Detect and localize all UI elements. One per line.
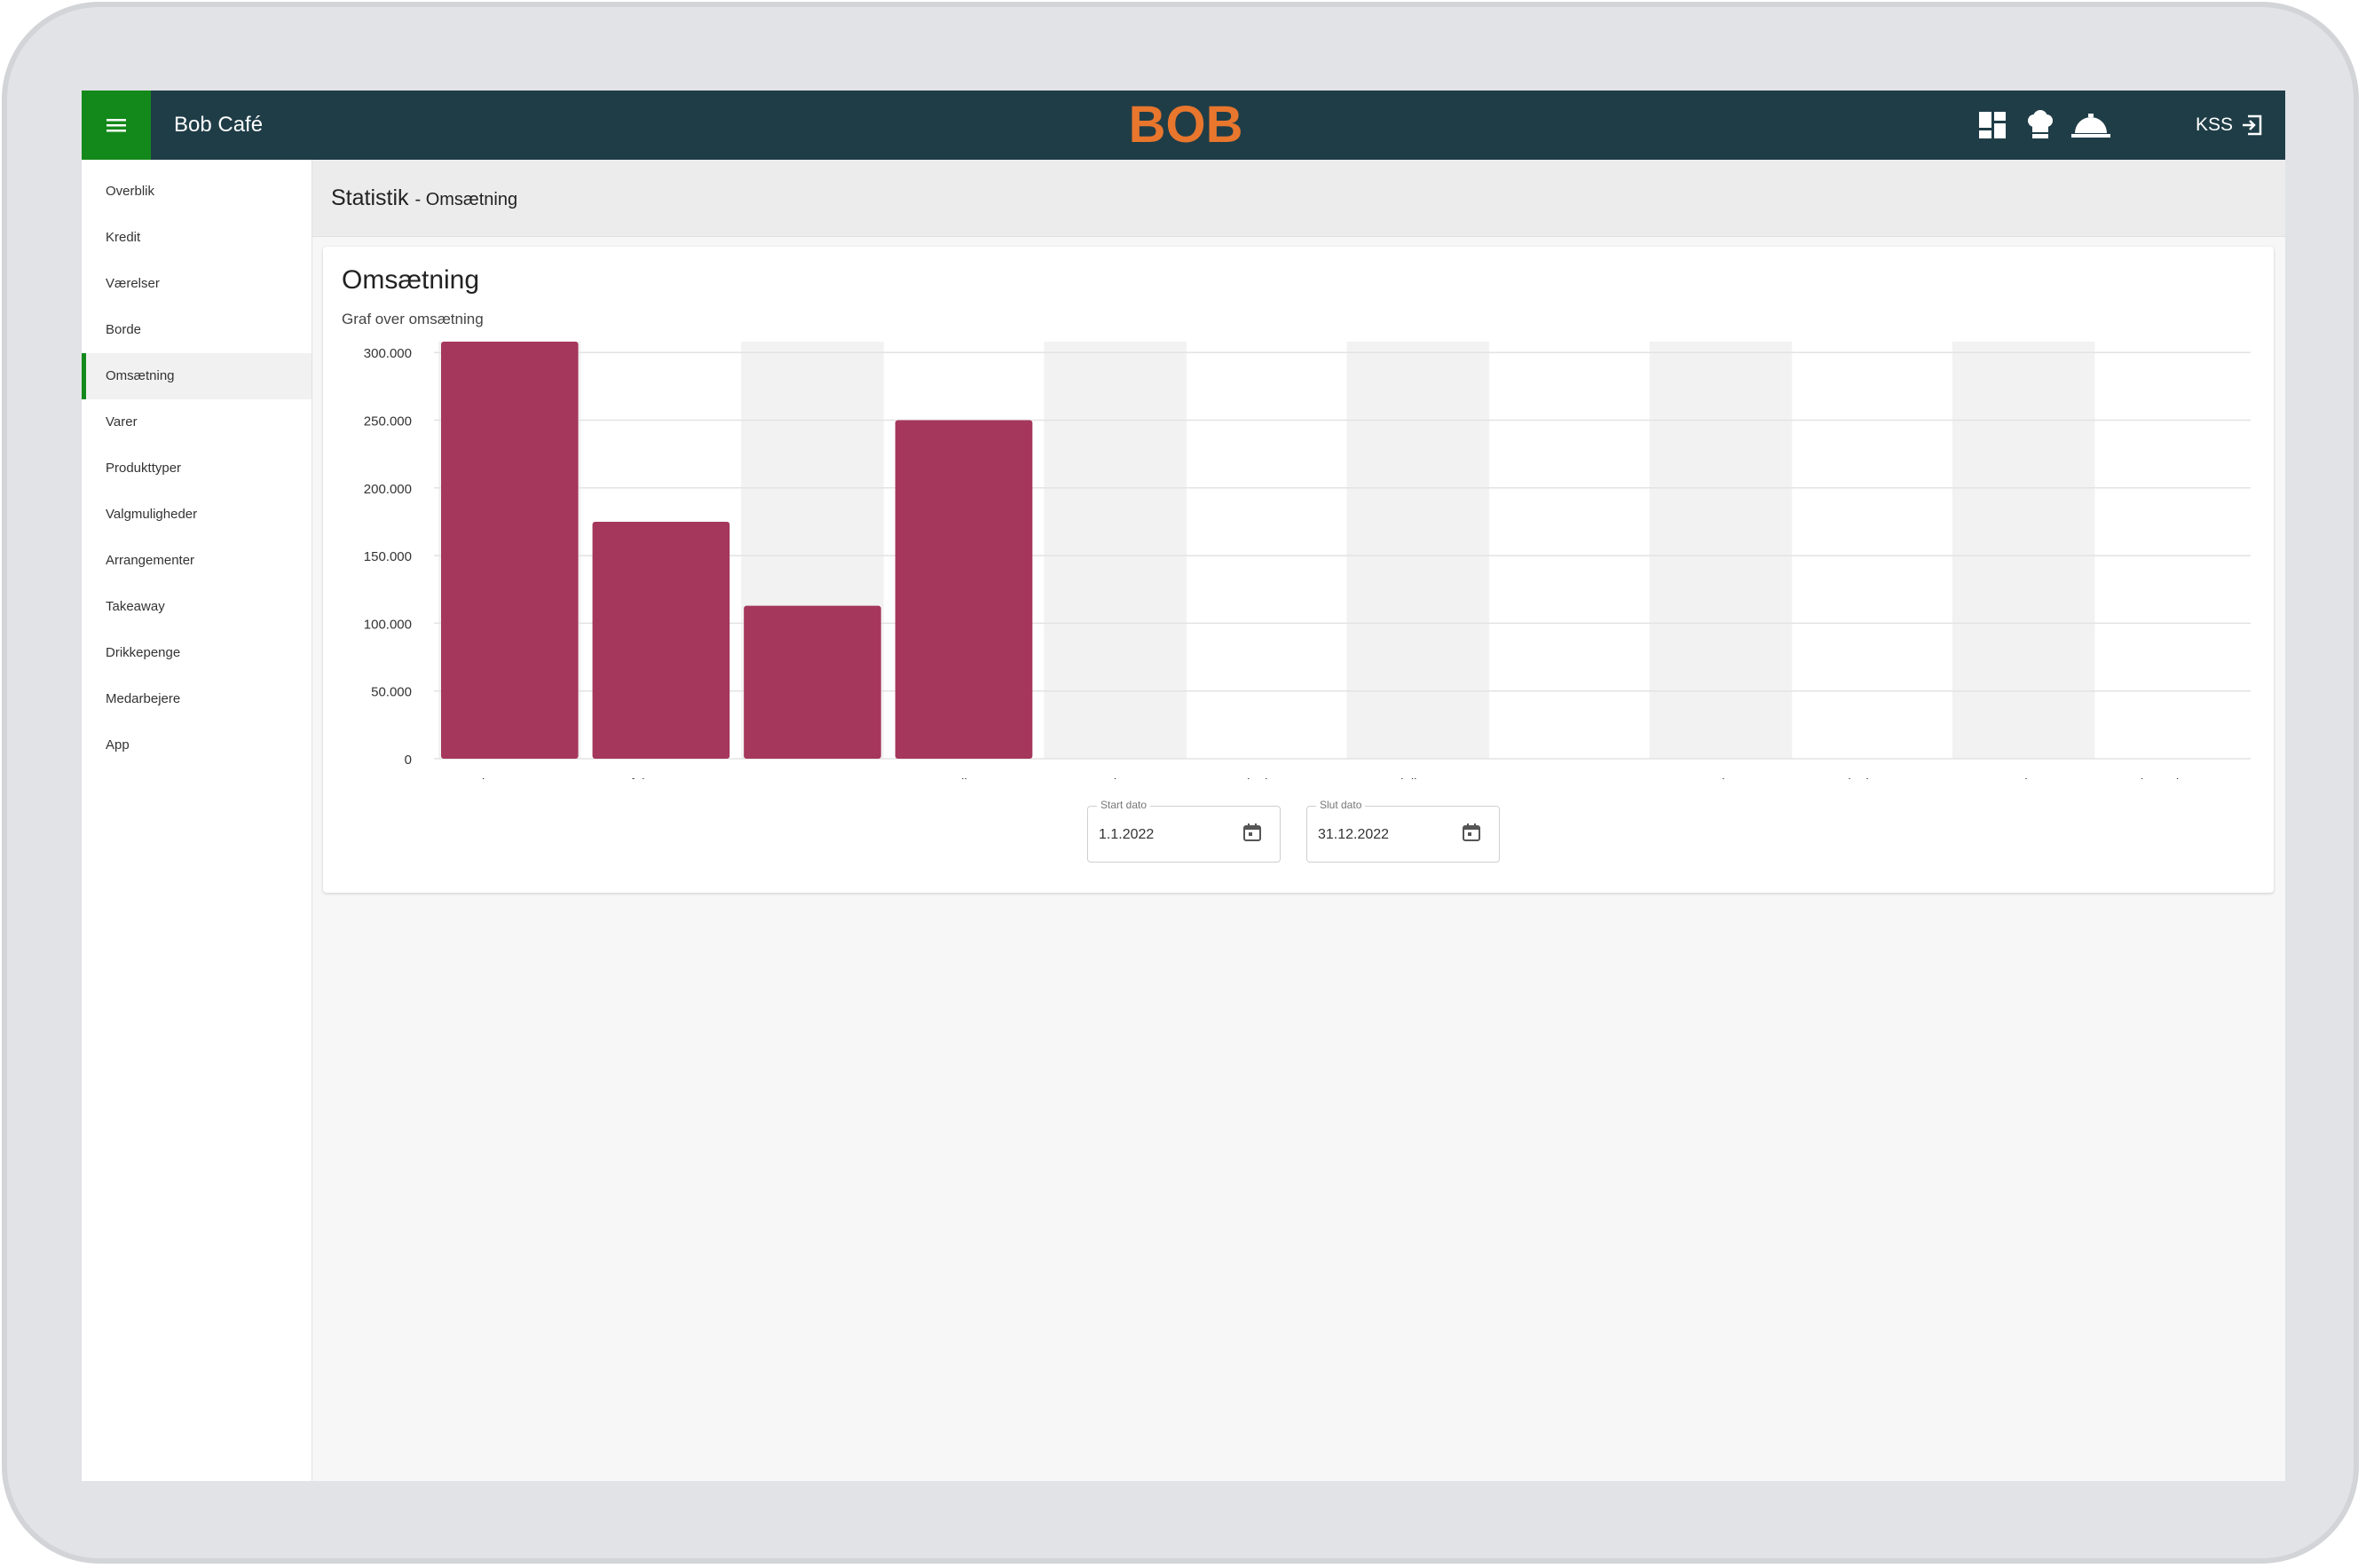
start-date-field[interactable]: Start dato 1.1.2022 xyxy=(1087,799,1281,863)
sidebar-item-borde[interactable]: Borde xyxy=(82,307,312,353)
sidebar-item-arrangementer[interactable]: Arrangementer xyxy=(82,538,312,584)
page-title-sub: - Omsætning xyxy=(414,190,518,209)
app-title: Bob Café xyxy=(174,113,264,137)
sidebar-item-valgmuligheder[interactable]: Valgmuligheder xyxy=(82,492,312,538)
column-band xyxy=(1649,342,1793,759)
sidebar-item-omsaetning[interactable]: Omsætning xyxy=(82,353,312,399)
sidebar-item-app[interactable]: App xyxy=(82,722,312,768)
x-tick-label: 1. oktober 2022 xyxy=(1826,776,1918,779)
top-app-bar: Bob Café BOB KSS xyxy=(82,91,2285,160)
x-tick-label: 1. august 2022 xyxy=(1526,776,1613,779)
x-tick-label: 1. juli 2022 xyxy=(1386,776,1451,779)
bar-1 xyxy=(441,342,579,759)
y-tick-label: 50.000 xyxy=(371,685,412,700)
x-tick-label: 1. november 2022 xyxy=(1970,776,2078,779)
card-title: Omsætning xyxy=(342,265,480,295)
hamburger-icon xyxy=(106,119,126,132)
y-tick-label: 250.000 xyxy=(364,414,412,429)
sidebar-item-kredit[interactable]: Kredit xyxy=(82,215,312,261)
sidebar-item-takeaway[interactable]: Takeaway xyxy=(82,584,312,630)
sidebar-item-vaerelser[interactable]: Værelser xyxy=(82,261,312,307)
x-tick-label: 1. februar 2022 xyxy=(616,776,706,779)
column-band xyxy=(1952,342,2095,759)
bob-logo: BOB xyxy=(1131,96,1241,153)
logout-icon xyxy=(2243,114,2262,136)
end-date-label: Slut dato xyxy=(1316,799,1366,811)
x-tick-label: 1. marts 2022 xyxy=(772,776,854,779)
sidebar-item-drikkepenge[interactable]: Drikkepenge xyxy=(82,630,312,676)
bar-2 xyxy=(592,521,730,759)
service-bell-icon[interactable] xyxy=(2068,108,2114,142)
calendar-icon[interactable] xyxy=(1462,823,1481,842)
dashboard-icon[interactable] xyxy=(1976,108,2009,142)
page-header: Statistik - Omsætning xyxy=(312,160,2285,237)
revenue-chart: 0 50.000 100.000 150.000 200.000 250.000 300.0… xyxy=(364,342,2251,779)
sidebar-nav: Overblik Kredit Værelser Borde Omsætning… xyxy=(82,160,312,1481)
y-tick-label: 200.000 xyxy=(364,482,412,497)
bar-4 xyxy=(895,420,1033,759)
sidebar-item-produkttyper[interactable]: Produkttyper xyxy=(82,445,312,492)
sidebar-item-varer[interactable]: Varer xyxy=(82,399,312,445)
calendar-icon[interactable] xyxy=(1242,823,1262,842)
y-tick-label: 100.000 xyxy=(364,617,412,632)
user-initials: KSS xyxy=(2196,114,2234,135)
x-tick-label: 1. april 2022 xyxy=(927,776,1001,779)
logo-text: BOB xyxy=(1131,96,1241,153)
chef-hat-icon[interactable] xyxy=(2023,108,2057,142)
x-tick-label: 1. december 2022 xyxy=(2121,776,2228,779)
x-tick-label: 1. maj 2022 xyxy=(1080,776,1149,779)
x-tick-label: 1. september 202... xyxy=(1663,776,1778,779)
bar-3 xyxy=(744,605,881,759)
page-title-main: Statistik xyxy=(331,185,409,210)
y-tick-label: 300.000 xyxy=(364,346,412,361)
x-tick-label: 1. januar 2022 xyxy=(467,776,552,779)
y-tick-label: 0 xyxy=(405,752,412,768)
column-band xyxy=(1044,342,1187,759)
start-date-label: Start dato xyxy=(1097,799,1151,811)
user-logout[interactable]: KSS xyxy=(2196,91,2263,160)
menu-button[interactable] xyxy=(82,91,151,160)
app-screen: Bob Café BOB KSS Overblik Kredit Værelse… xyxy=(82,91,2285,1481)
column-band xyxy=(1346,342,1490,759)
end-date-field[interactable]: Slut dato 31.12.2022 xyxy=(1306,799,1500,863)
x-tick-label: 1. juni 2022 xyxy=(1232,776,1301,779)
y-tick-label: 150.000 xyxy=(364,549,412,564)
revenue-card: 0 50.000 100.000 150.000 200.000 250.000 300.0… xyxy=(323,247,2274,893)
sidebar-item-medarbejere[interactable]: Medarbejere xyxy=(82,676,312,722)
sidebar-item-overblik[interactable]: Overblik xyxy=(82,169,312,215)
start-date-value: 1.1.2022 xyxy=(1099,827,1155,842)
end-date-value: 31.12.2022 xyxy=(1318,827,1390,842)
page-title: Statistik - Omsætning xyxy=(331,160,517,236)
card-subtitle: Graf over omsætning xyxy=(342,311,484,327)
